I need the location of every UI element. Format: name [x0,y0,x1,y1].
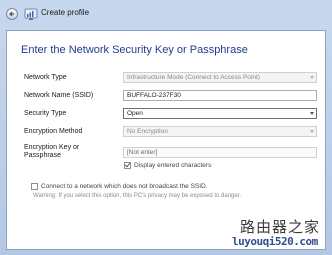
chevron-down-icon [310,112,314,115]
network-name-value: BUFFALO-237F30 [127,92,181,99]
security-type-select[interactable]: Open [123,108,317,119]
security-type-label: Security Type [24,110,67,117]
wireless-network-icon [24,8,38,20]
hidden-ssid-label: Connect to a network which does not broa… [41,183,208,190]
privacy-warning: Warning: If you select this option, this… [33,193,242,199]
encryption-method-value: No Encryption [127,128,168,135]
title-bar: Create profile [0,0,332,30]
create-profile-window: Create profile Enter the Network Securit… [0,0,332,255]
encryption-key-label: Encryption Key or Passphrase [24,144,79,160]
network-type-select[interactable]: Infrastructure Mode (Connect to Access P… [123,72,317,83]
back-button[interactable] [6,8,18,20]
display-chars-label: Display entered characters [134,162,212,169]
encryption-key-value: [Not enter] [127,149,158,156]
display-chars-checkbox[interactable] [124,162,131,169]
page-heading: Enter the Network Security Key or Passph… [21,44,248,56]
security-type-value: Open [127,110,143,117]
encryption-key-field[interactable]: [Not enter] [123,147,317,158]
encryption-key-label-line1: Encryption Key or [24,144,80,151]
chevron-down-icon [310,130,314,133]
hidden-ssid-checkbox[interactable] [31,183,38,190]
back-arrow-icon [9,11,14,17]
window-title: Create profile [41,8,90,17]
network-name-label: Network Name (SSID) [24,92,94,99]
watermark-chinese: 路由器之家 [240,218,321,236]
network-type-value: Infrastructure Mode (Connect to Access P… [127,74,260,81]
network-type-label: Network Type [24,74,67,81]
encryption-method-select[interactable]: No Encryption [123,126,317,137]
encryption-key-label-line2: Passphrase [24,152,61,159]
network-name-field[interactable]: BUFFALO-237F30 [123,90,317,101]
encryption-method-label: Encryption Method [24,128,83,135]
watermark-url: luyouqi520.com [232,235,318,248]
chevron-down-icon [310,76,314,79]
